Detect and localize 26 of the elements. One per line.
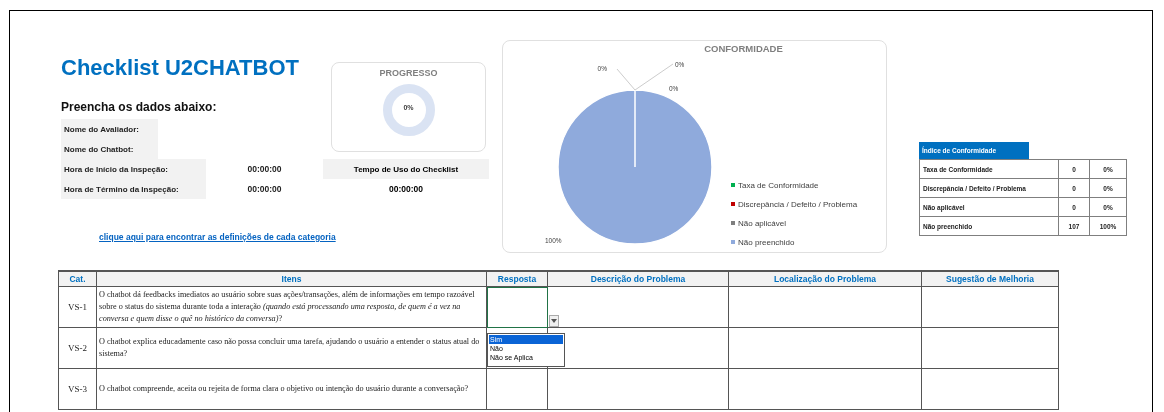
legend-label: Taxa de Conformidade bbox=[738, 180, 819, 190]
table-cell: VS-2 bbox=[58, 327, 97, 369]
column-header: Resposta bbox=[486, 271, 548, 287]
column-header: Itens bbox=[96, 271, 487, 287]
field-label: Nome do Avaliador: bbox=[61, 119, 158, 139]
legend-label: Não preenchido bbox=[738, 237, 795, 247]
column-header: Descrição do Problema bbox=[547, 271, 729, 287]
chart-title: CONFORMIDADE bbox=[703, 43, 784, 54]
column-header: Sugestão de Melhoria bbox=[921, 271, 1059, 287]
column-header: Cat. bbox=[58, 271, 97, 287]
table-cell: VS-1 bbox=[58, 286, 97, 328]
table-cell: O chatbot dá feedbacks imediatos ao usuário sobre suas ações/transações, além de informações em tempo razoável sobre o status do sistema durante toda a interação (quando está processando uma resposta, de quem é a vez na conversa e quem disse o quê no histórico da conversa)? bbox=[96, 286, 487, 328]
usage-label: Tempo de Uso do Checklist bbox=[323, 159, 489, 179]
form-heading: Preencha os dados abaixo: bbox=[61, 100, 218, 114]
legend-label: Discrepância / Defeito / Problema bbox=[738, 199, 858, 209]
field-label: Nome do Chatbot: bbox=[61, 139, 158, 159]
progress-title: PROGRESSO bbox=[379, 68, 438, 78]
sheet-title: Checklist U2CHATBOT bbox=[61, 55, 300, 82]
table-cell: O chatbot explica educadamente caso não possa concluir uma tarefa, ajudando o usuário a entender o status atual do sistema? bbox=[96, 327, 487, 369]
field-label: Hora de Início da Inspeção: bbox=[61, 159, 206, 179]
field-label: Hora de Término da Inspeção: bbox=[61, 179, 206, 199]
usage-value: 00:00:00 bbox=[388, 183, 424, 196]
legend-label: Não aplicável bbox=[738, 218, 787, 228]
table-cell: VS-3 bbox=[58, 368, 97, 410]
table-cell: O chatbot compreende, aceita ou rejeita de forma clara o objetivo ou intenção do usuário durante a conversação? bbox=[96, 368, 487, 410]
column-header: Localização do Problema bbox=[728, 271, 922, 287]
